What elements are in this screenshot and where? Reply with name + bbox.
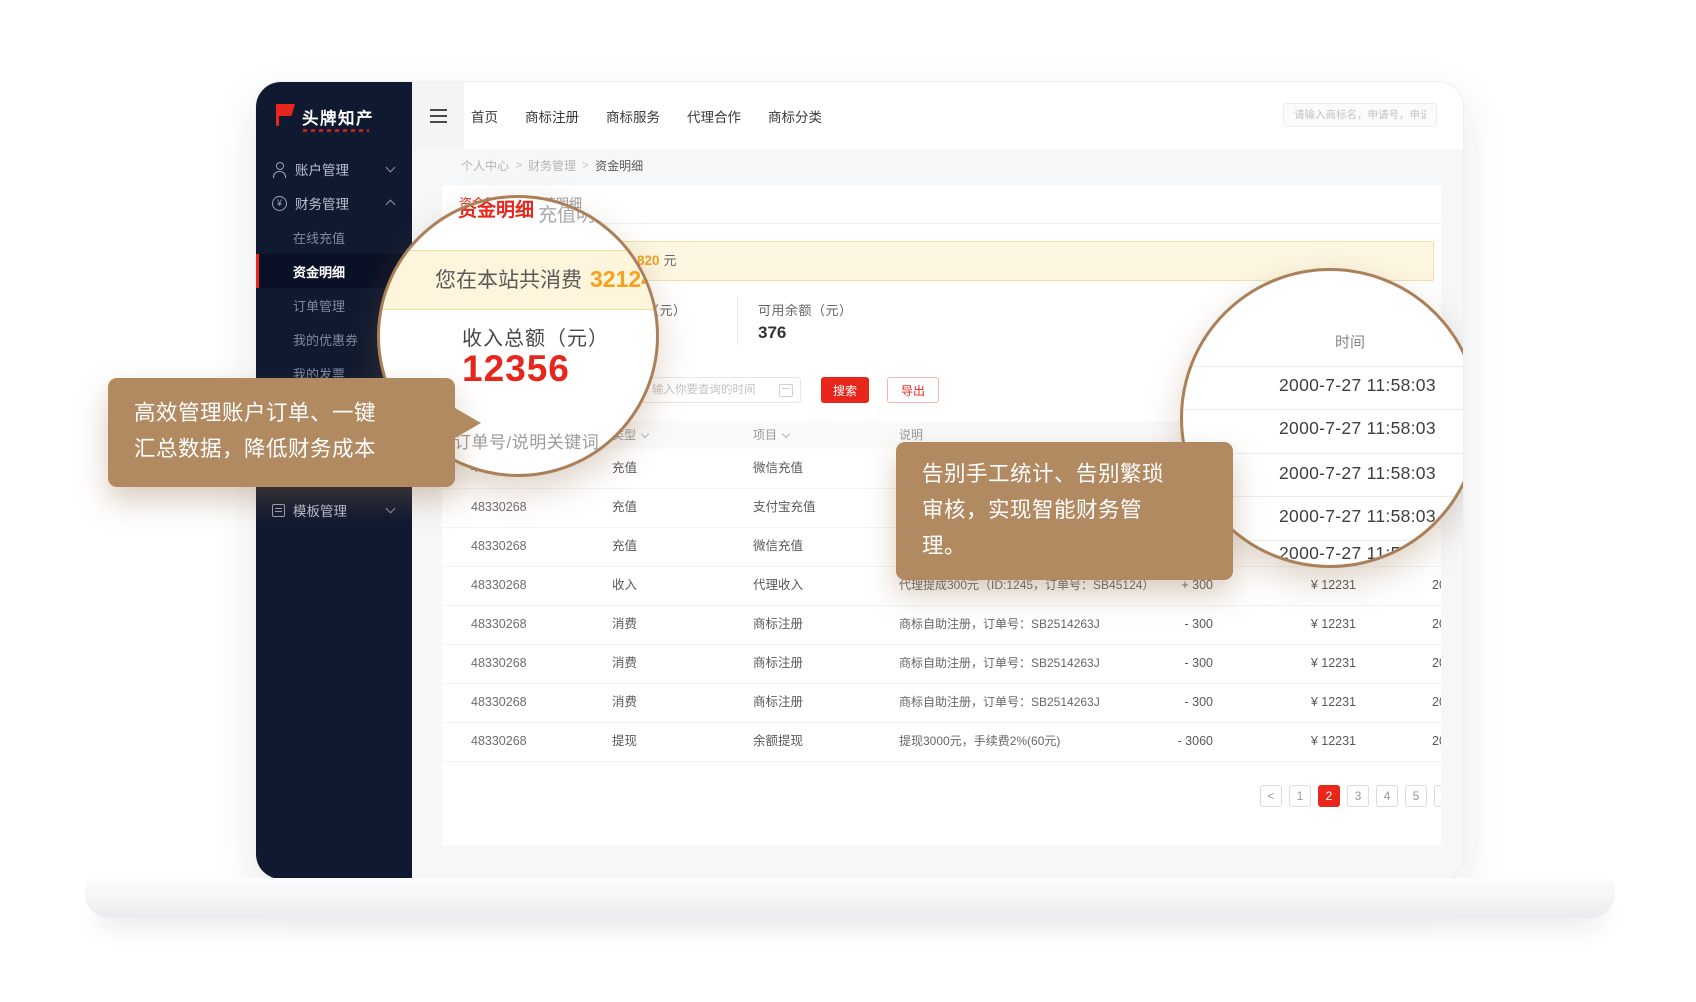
- callout-text-line: 汇总数据，降低财务成本: [134, 431, 429, 467]
- cell-time: 2000-7-27 11:58:03: [1432, 644, 1441, 683]
- callout-right-text: 告别手工统计、告别繁琐审核，实现智能财务管理。: [922, 456, 1207, 564]
- cell-amount: - 3060: [1097, 722, 1213, 761]
- magnified-time-value: 2000-7-27 11:58:03: [1279, 418, 1436, 439]
- magnified-time-value: 2000-7-27 11:58:03: [1279, 543, 1436, 564]
- hamburger-menu-icon[interactable]: [412, 82, 464, 149]
- nav-item-5[interactable]: 商标分类: [768, 106, 822, 126]
- template-icon: [272, 504, 285, 517]
- cell-balance: ¥ 12231: [1221, 605, 1356, 644]
- cell-balance: ¥ 12231: [1221, 644, 1356, 683]
- cell-item: 微信充值: [753, 527, 883, 566]
- page-button-4[interactable]: 4: [1376, 785, 1398, 807]
- topnav-items: 首页 商标注册 商标服务 代理合作 商标分类: [471, 82, 822, 149]
- cell-type: 消费: [612, 605, 732, 644]
- top-navbar: 首页 商标注册 商标服务 代理合作 商标分类: [412, 82, 1463, 150]
- table-row: 48330268消费商标注册商标自助注册，订单号：SB2514263J- 300…: [442, 644, 1441, 684]
- callout-left-text: 高效管理账户订单、一键汇总数据，降低财务成本: [134, 395, 429, 467]
- breadcrumb-item[interactable]: 个人中心: [461, 157, 509, 174]
- table-row: 48330268消费商标注册商标自助注册，订单号：SB2514263J- 300…: [442, 605, 1441, 645]
- magnified-banner: 您在本站共消费 32124: [377, 250, 659, 310]
- cell-balance: ¥ 12231: [1221, 683, 1356, 722]
- page-prev-button[interactable]: <: [1260, 785, 1282, 807]
- cell-type: 充值: [612, 527, 732, 566]
- page-button-1[interactable]: 1: [1289, 785, 1311, 807]
- table-row: 48330268提现余额提现提现3000元，手续费2%(60元)- 3060¥ …: [442, 722, 1441, 762]
- magnified-banner-amount: 32124: [590, 266, 654, 292]
- cell-amount: - 300: [1097, 605, 1213, 644]
- cell-time: 2000-7-27 11:58:03: [1432, 605, 1441, 644]
- magnified-row-divider: [1183, 409, 1464, 410]
- nav-item-4[interactable]: 代理合作: [687, 106, 741, 126]
- cell-type: 充值: [612, 449, 732, 488]
- sidebar-item[interactable]: 在线充值: [256, 220, 412, 254]
- sidebar-section[interactable]: 账户管理: [256, 152, 412, 186]
- callout-left: 高效管理账户订单、一键汇总数据，降低财务成本: [108, 378, 455, 487]
- callout-text-line: 审核，实现智能财务管: [922, 492, 1207, 528]
- callout-text-line: 理。: [922, 528, 1207, 564]
- callout-right: 告别手工统计、告别繁琐审核，实现智能财务管理。: [896, 442, 1233, 580]
- cell-item: 微信充值: [753, 449, 883, 488]
- cell-balance: ¥ 12231: [1221, 722, 1356, 761]
- chevron-down-icon: [386, 163, 396, 173]
- cell-item: 支付宝充值: [753, 488, 883, 527]
- pagination: <12345 >: [1260, 785, 1441, 807]
- cell-time: 2000-7-27 11:58:03: [1432, 566, 1441, 605]
- chevron-up-icon: [386, 200, 396, 210]
- cell-item: 余额提现: [753, 722, 883, 761]
- magnified-time-value: 2000-7-27 11:58:03: [1279, 506, 1436, 527]
- callout-text-line: 高效管理账户订单、一键: [134, 395, 429, 431]
- breadcrumb: 个人中心 > 财务管理 > 资金明细: [461, 149, 643, 181]
- breadcrumb-item[interactable]: 财务管理: [528, 157, 576, 174]
- cell-amount: - 300: [1097, 644, 1213, 683]
- magnified-banner-text: 您在本站共消费: [435, 269, 582, 292]
- cell-item: 商标注册: [753, 644, 883, 683]
- callout-arrow-icon: [455, 408, 481, 438]
- sidebar-section[interactable]: 模板管理: [256, 493, 412, 527]
- table-row: 48330268消费商标注册商标自助注册，订单号：SB2514263J- 300…: [442, 683, 1441, 723]
- cell-type: 消费: [612, 644, 732, 683]
- nav-item-3[interactable]: 商标服务: [606, 106, 660, 126]
- page-button-3[interactable]: 3: [1347, 785, 1369, 807]
- cell-type: 充值: [612, 488, 732, 527]
- cell-time: 2000-7-27 11:58:03: [1432, 722, 1441, 761]
- magnified-income-label: 收入总额（元）: [462, 322, 609, 351]
- magnified-time-value: 2000-7-27 11:58:03: [1279, 375, 1436, 396]
- magnified-inactive-tab: 充值明细: [538, 200, 614, 227]
- laptop-base: [85, 878, 1615, 918]
- cell-item: 代理收入: [753, 566, 883, 605]
- magnified-time-column-header: 时间: [1335, 331, 1365, 352]
- magnified-active-tab: 资金明细: [458, 195, 534, 222]
- page-button-5[interactable]: 5: [1405, 785, 1427, 807]
- magnified-time-value: 2000-7-27 11:58:03: [1279, 463, 1436, 484]
- cell-amount: - 300: [1097, 683, 1213, 722]
- cell-item: 商标注册: [753, 605, 883, 644]
- search-input[interactable]: [1283, 103, 1437, 127]
- finance-icon: [272, 196, 287, 211]
- breadcrumb-item: 资金明细: [595, 157, 643, 174]
- page-button-2[interactable]: 2: [1318, 785, 1340, 807]
- magnified-income-value: 12356: [462, 348, 570, 390]
- page-next-button[interactable]: >: [1434, 785, 1441, 807]
- cell-item: 商标注册: [753, 683, 883, 722]
- sidebar-section[interactable]: 财务管理: [256, 186, 412, 220]
- nav-item-2[interactable]: 商标注册: [525, 106, 579, 126]
- cell-type: 消费: [612, 683, 732, 722]
- breadcrumb-separator: >: [582, 158, 589, 172]
- chevron-down-icon: [386, 504, 396, 514]
- cell-type: 提现: [612, 722, 732, 761]
- nav-item-1[interactable]: 首页: [471, 106, 498, 126]
- cell-type: 收入: [612, 566, 732, 605]
- cell-time: 2000-7-27 11:58:03: [1432, 683, 1441, 722]
- breadcrumb-separator: >: [515, 158, 522, 172]
- cell-balance: ¥ 12231: [1221, 566, 1356, 605]
- magnified-row-divider: [1183, 366, 1464, 367]
- page: 头牌知产 账户管理财务管理在线充值资金明细订单管理我的优惠券我的发票模板管理 首…: [0, 0, 1696, 1002]
- user-icon: [272, 162, 287, 177]
- callout-text-line: 告别手工统计、告别繁琐: [922, 456, 1207, 492]
